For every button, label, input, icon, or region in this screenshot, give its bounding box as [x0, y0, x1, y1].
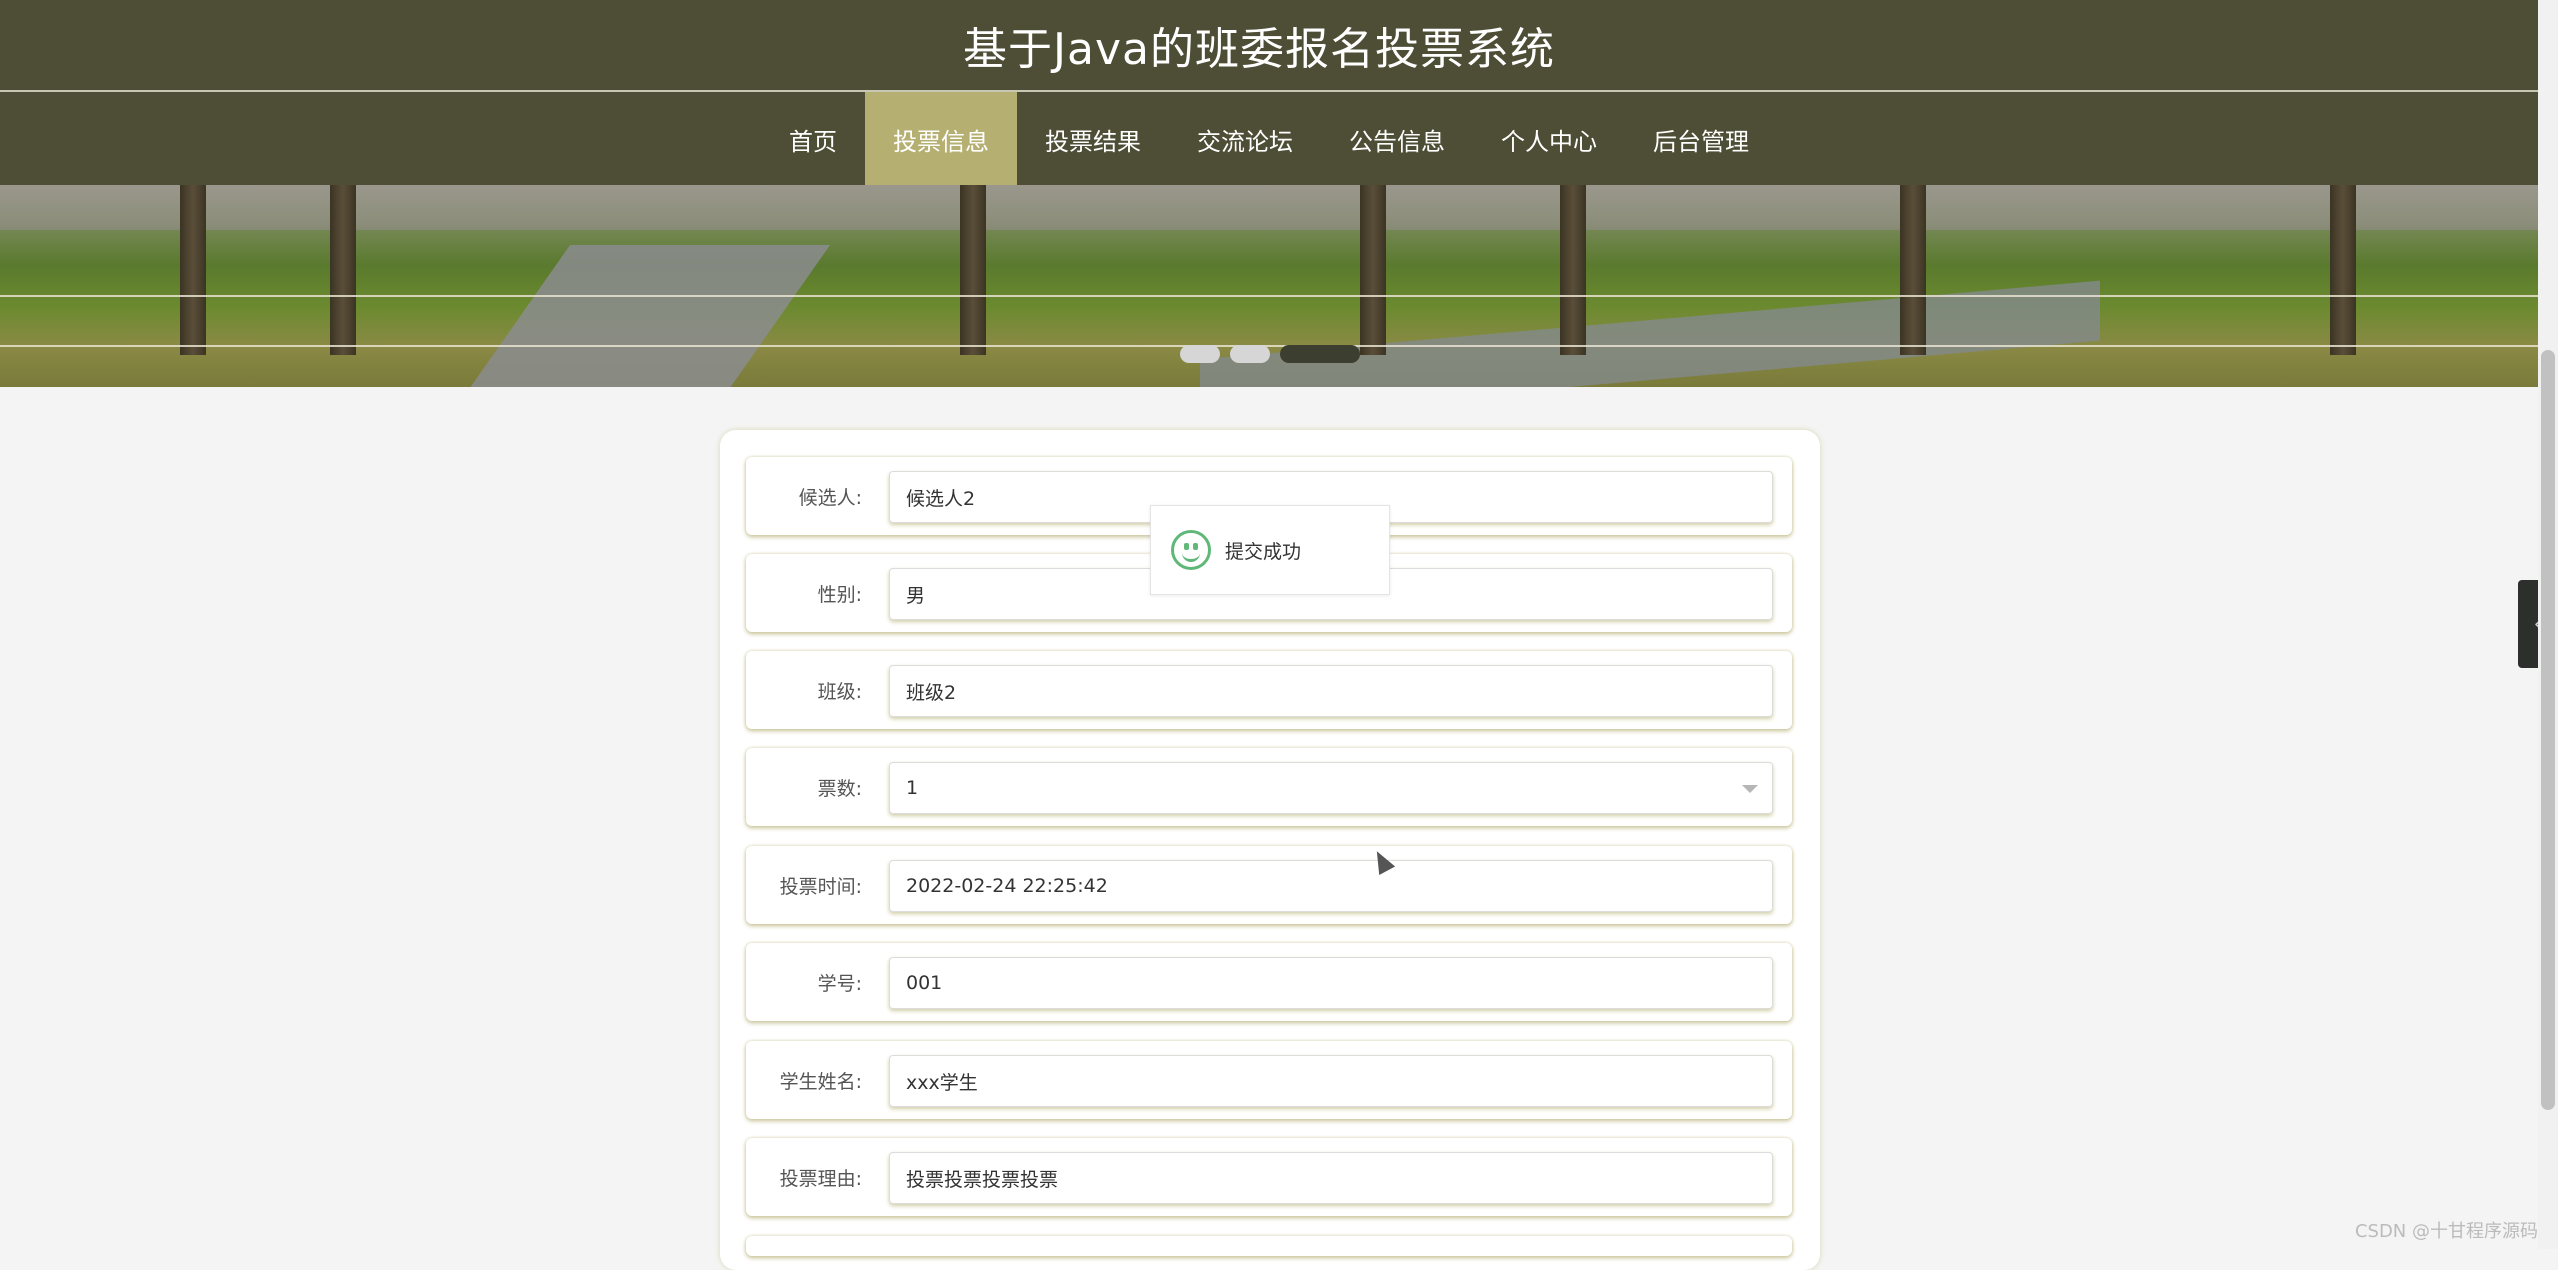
form-row-student-name: 学生姓名: xxx学生 [746, 1041, 1792, 1119]
banner-tree [1900, 185, 1926, 355]
banner-tree [2330, 185, 2356, 355]
field-label: 班级: [817, 680, 862, 703]
banner-tree [1560, 185, 1586, 355]
main-nav: 首页 投票信息 投票结果 交流论坛 公告信息 个人中心 后台管理 [0, 90, 2538, 187]
success-toast: 提交成功 [1150, 505, 1390, 595]
carousel-dot-active[interactable] [1280, 345, 1360, 363]
nav-item-announcements[interactable]: 公告信息 [1321, 92, 1473, 187]
nav-item-profile[interactable]: 个人中心 [1473, 92, 1625, 187]
nav-item-vote-info[interactable]: 投票信息 [865, 92, 1017, 187]
scrollbar[interactable] [2538, 0, 2558, 1249]
banner-tree [960, 185, 986, 355]
banner-tree [330, 185, 356, 355]
field-label: 投票时间: [779, 875, 862, 898]
vote-time-field[interactable]: 2022-02-24 22:25:42 [889, 860, 1773, 912]
toast-message: 提交成功 [1225, 540, 1302, 563]
field-label: 性别: [817, 583, 862, 606]
nav-item-home[interactable]: 首页 [761, 92, 865, 187]
smile-icon [1171, 530, 1211, 570]
form-row-votes: 票数: 1 [746, 748, 1792, 826]
watermark: CSDN @十甘程序源码 [2354, 1221, 2538, 1242]
banner-tree [180, 185, 206, 355]
field-label: 候选人: [798, 486, 862, 509]
nav-item-vote-results[interactable]: 投票结果 [1017, 92, 1169, 187]
carousel-indicators [1180, 345, 1360, 363]
class-field[interactable]: 班级2 [889, 665, 1773, 717]
votes-select[interactable]: 1 [889, 762, 1773, 814]
nav-item-admin[interactable]: 后台管理 [1625, 92, 1777, 187]
chevron-down-icon [1742, 785, 1758, 793]
site-title-text: 基于Java的班委报名投票系统 [963, 24, 1555, 75]
field-label: 票数: [817, 777, 862, 800]
banner-building [0, 185, 2538, 230]
banner-path [429, 245, 831, 387]
site-title: 基于Java的班委报名投票系统 [0, 0, 2538, 90]
scrollbar-thumb[interactable] [2541, 350, 2555, 1110]
student-name-field[interactable]: xxx学生 [889, 1055, 1773, 1107]
form-row-vote-time: 投票时间: 2022-02-24 22:25:42 [746, 846, 1792, 924]
form-row-student-id: 学号: 001 [746, 943, 1792, 1021]
form-row-next [746, 1236, 1792, 1256]
student-id-field[interactable]: 001 [889, 957, 1773, 1009]
field-label: 学号: [817, 972, 862, 995]
field-label: 学生姓名: [779, 1070, 862, 1093]
vote-reason-field[interactable]: 投票投票投票投票 [889, 1152, 1773, 1204]
banner-tree [1360, 185, 1386, 355]
banner-rope [0, 295, 2538, 297]
form-row-class: 班级: 班级2 [746, 651, 1792, 729]
carousel-dot[interactable] [1230, 345, 1270, 363]
nav-item-forum[interactable]: 交流论坛 [1169, 92, 1321, 187]
form-row-vote-reason: 投票理由: 投票投票投票投票 [746, 1138, 1792, 1216]
carousel-dot[interactable] [1180, 345, 1220, 363]
field-label: 投票理由: [779, 1167, 862, 1190]
